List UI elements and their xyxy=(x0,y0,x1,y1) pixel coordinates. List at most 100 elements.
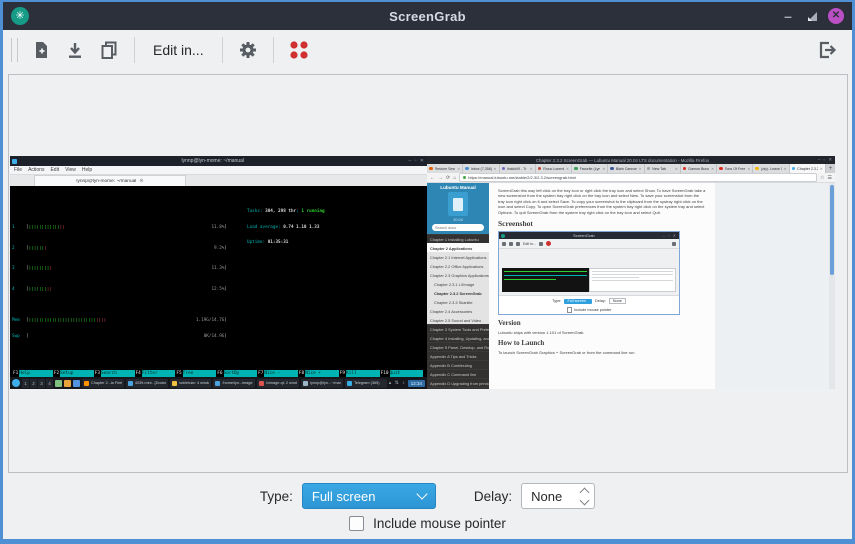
capture-controls: Type: Full screen Delay: None xyxy=(3,483,852,509)
reload-icon: ⟳ xyxy=(446,175,450,181)
window-title: ScreenGrab xyxy=(3,9,852,24)
terminal-menu-item: Edit xyxy=(50,167,59,173)
tab-close-icon: ✕ xyxy=(675,167,678,171)
save-button[interactable] xyxy=(60,35,90,65)
tab-favicon xyxy=(610,167,614,171)
toc-item: Chapter 2.3.3 Skanlite xyxy=(427,297,489,306)
spin-down-icon xyxy=(579,495,589,505)
help-button[interactable] xyxy=(284,35,314,65)
toc-item: Chapter 2.3.2 ScreenGrab xyxy=(427,288,489,297)
cpu-meter: 3[|||||||||11.3%] xyxy=(12,266,227,271)
copy-icon xyxy=(98,39,120,61)
delay-label: Delay: xyxy=(474,489,512,504)
screengrab-window: ✳ ScreenGrab – ✕ Edit in... xyxy=(0,0,855,544)
toc-item: Appendix E Live Session xyxy=(427,387,489,389)
page-area: ScreenGrab this way left click on the tr… xyxy=(489,183,835,389)
manual-logo xyxy=(448,192,468,216)
tab-favicon xyxy=(647,167,651,171)
toc-item: Chapter 1 Installing Lubuntu xyxy=(427,234,489,243)
toolbar-separator xyxy=(273,37,274,63)
toc-item: Chapter 2 Applications xyxy=(427,243,489,252)
delay-spinbox[interactable]: None xyxy=(521,483,595,509)
save-icon xyxy=(64,39,86,61)
browser-tab: Chapter 2.3.2 S✕ xyxy=(790,164,826,173)
manual-sidebar: Lubuntu Manual 20.04 Chapter 1 Installin… xyxy=(427,183,489,389)
taskbar-window-button: /home/lyn...image.nb xyxy=(213,379,255,388)
tab-favicon xyxy=(719,167,723,171)
toolbar-separator xyxy=(222,37,223,63)
sidebar-header: Lubuntu Manual 20.04 xyxy=(427,183,489,234)
spinbox-arrows[interactable] xyxy=(577,486,591,506)
quit-icon xyxy=(816,39,838,61)
cpu-meter: 4[|||||||||12.5%] xyxy=(12,287,227,292)
terminal-menu-item: Help xyxy=(82,167,92,173)
close-button[interactable]: ✕ xyxy=(824,2,848,30)
window-icon xyxy=(303,381,308,386)
copy-button[interactable] xyxy=(94,35,124,65)
new-screenshot-icon xyxy=(30,39,52,61)
page-content: ScreenGrab this way left click on the tr… xyxy=(489,183,715,389)
bookmark-icon: ☆ xyxy=(820,175,824,181)
new-screenshot-button[interactable] xyxy=(26,35,56,65)
settings-button[interactable] xyxy=(233,35,263,65)
terminal-menubar: FileActionsEditViewHelp xyxy=(10,166,427,175)
docs-search-input xyxy=(432,224,484,231)
cpu-meter: 1[||||||||||||||11.8%] xyxy=(12,225,227,230)
type-dropdown[interactable]: Full screen xyxy=(302,483,436,509)
launcher-icon xyxy=(73,380,80,387)
book-icon xyxy=(453,198,463,211)
nested-screengrab-image: ScreenGrab– ▫ ✕ Edit in... Type: xyxy=(498,231,680,315)
terminal-tab: lynnp@lyn-mome: ~/manual ⊗ xyxy=(34,175,186,186)
browser-tab: Blain Cannon N✕ xyxy=(608,164,644,173)
tab-favicon xyxy=(755,167,759,171)
browser-tab: (zip)- Leave 10✕ xyxy=(753,164,789,173)
screengrab-logo-icon: ✳ xyxy=(11,7,29,25)
tab-favicon xyxy=(465,167,469,171)
taskbar-window-button: lximage-qt: 2 windows xyxy=(257,379,299,388)
taskbar-window-button: Telegram (365) xyxy=(345,379,387,388)
chevron-down-icon xyxy=(416,488,427,499)
tab-favicon xyxy=(538,167,542,171)
swp-meter: Swp[0K/14.9G] xyxy=(12,334,227,339)
maximize-icon xyxy=(807,11,818,22)
quit-button[interactable] xyxy=(812,35,842,65)
tab-favicon xyxy=(574,167,578,171)
toc-item: Chapter 2.3.1 LXImage xyxy=(427,279,489,288)
home-icon: ⌂ xyxy=(453,175,456,181)
toc-item: Chapter 2.3 Graphics Applications xyxy=(427,270,489,279)
minimize-button[interactable]: – xyxy=(776,2,800,30)
include-pointer-checkbox[interactable] xyxy=(349,516,364,531)
tab-close-icon: ✕ xyxy=(530,167,533,171)
mini-logo-icon xyxy=(501,234,505,238)
firefox-window-controls: – ▫ ✕ xyxy=(818,157,833,163)
terminal-titlebar: lynnp@lyn-mome: ~/manual – ▫ ✕ xyxy=(10,156,427,166)
maximize-button[interactable] xyxy=(800,2,824,30)
toolbar-drag-handle[interactable] xyxy=(11,38,18,62)
tab-close-icon: ✕ xyxy=(566,167,569,171)
window-icon xyxy=(128,381,133,386)
terminal-tabbar: lynnp@lyn-mome: ~/manual ⊗ xyxy=(10,175,427,186)
browser-tab: Rosa Luxembu✕ xyxy=(536,164,572,173)
window-icon xyxy=(172,381,177,386)
firefox-content: Lubuntu Manual 20.04 Chapter 1 Installin… xyxy=(427,183,835,389)
tab-close-icon: ✕ xyxy=(494,167,497,171)
terminal-window-controls: – ▫ ✕ xyxy=(408,158,425,164)
window-icon xyxy=(215,381,220,386)
browser-tab: Tons Of Free Co✕ xyxy=(717,164,753,173)
mini-help-icon xyxy=(546,241,551,246)
desktop-taskbar: 1234 Chapter 2...la Firefox 4039-mini...… xyxy=(10,377,427,389)
cpu-meter: 2[|||||||9.2%] xyxy=(12,246,227,251)
window-icon xyxy=(347,381,352,386)
tab-close-icon: ✕ xyxy=(602,167,605,171)
edit-in-button[interactable]: Edit in... xyxy=(143,35,214,65)
tab-close-icon: ✕ xyxy=(820,167,823,171)
browser-tab: linkkit49 - Tr✕ xyxy=(500,164,536,173)
tab-favicon xyxy=(502,167,506,171)
type-value: Full screen xyxy=(312,489,418,504)
toc-item: Chapter 2.4 Accessories xyxy=(427,306,489,315)
tab-favicon xyxy=(683,167,687,171)
toc-item: Chapter 5 Panel, Desktop, and Runner xyxy=(427,342,489,351)
htop-function-keys: F1HelpF2SetupF3SearchF4FilterF5TreeF6Sor… xyxy=(12,369,423,377)
terminal-title: lynnp@lyn-mome: ~/manual xyxy=(17,158,408,164)
mem-meter: Mem[||||||||||||||||||||||||||||||1.19G/… xyxy=(12,318,227,323)
